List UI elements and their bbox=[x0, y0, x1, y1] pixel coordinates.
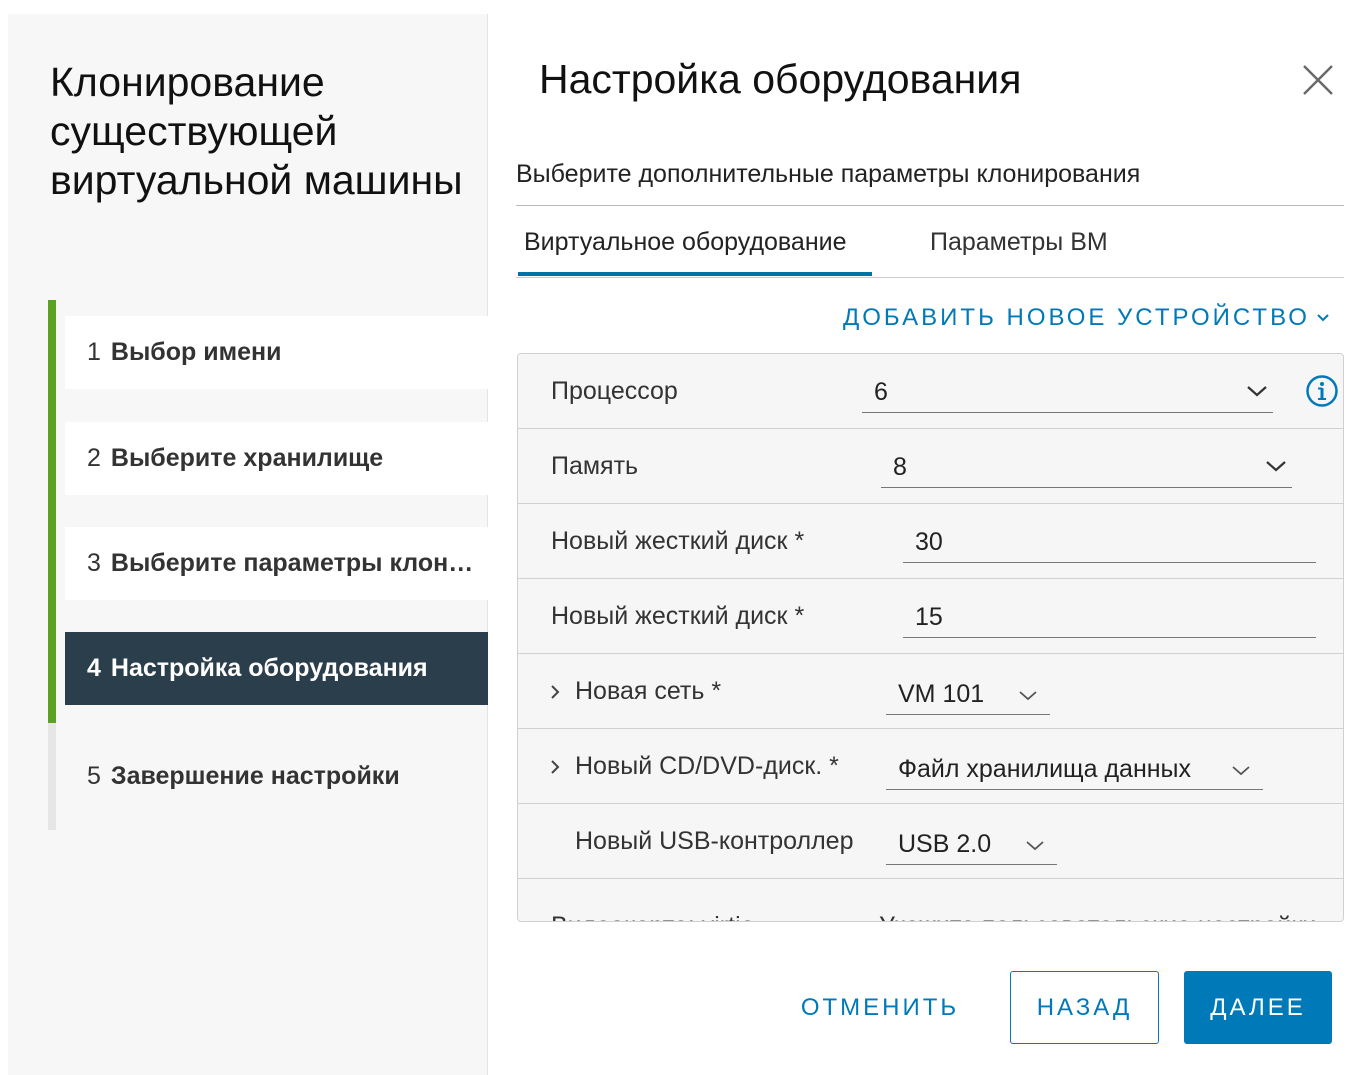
divider bbox=[516, 205, 1344, 206]
chevron-down-icon bbox=[1247, 386, 1267, 397]
hardware-label: Новый жесткий диск * bbox=[551, 527, 805, 555]
close-icon bbox=[1303, 65, 1333, 95]
network-select[interactable]: VM 101 bbox=[886, 675, 1050, 715]
cdrom-select[interactable]: Файл хранилища данных bbox=[886, 750, 1263, 790]
back-button[interactable]: НАЗАД bbox=[1010, 971, 1159, 1044]
wizard-step-4[interactable]: 4 Настройка оборудования bbox=[65, 632, 488, 705]
page-title: Настройка оборудования bbox=[539, 56, 1022, 102]
memory-value: 8 bbox=[893, 453, 907, 481]
wizard-step-2[interactable]: 2 Выберите хранилище bbox=[65, 422, 488, 495]
network-value: VM 101 bbox=[898, 680, 985, 708]
hardware-label: Новый CD/DVD-диск. * bbox=[575, 752, 839, 780]
disk-1-value: 30 bbox=[915, 528, 943, 556]
info-icon[interactable] bbox=[1305, 374, 1339, 408]
step-number: 4 bbox=[87, 654, 101, 682]
add-new-device-label: ДОБАВИТЬ НОВОЕ УСТРОЙСТВО bbox=[843, 304, 1310, 331]
wizard-step-1[interactable]: 1 Выбор имени bbox=[65, 316, 488, 389]
hardware-row-video: Видеокарта: virtio Укажите пользовательс… bbox=[518, 879, 1343, 921]
tabs-divider bbox=[516, 277, 1344, 278]
hardware-row-disk-2: Новый жесткий диск * 15 bbox=[518, 579, 1343, 654]
close-button[interactable] bbox=[1300, 62, 1336, 98]
step-number: 3 bbox=[87, 549, 101, 577]
chevron-down-icon bbox=[1026, 841, 1044, 851]
step-label: Выберите хранилище bbox=[110, 444, 384, 472]
hardware-row-usb: Новый USB-контроллер USB 2.0 bbox=[518, 804, 1343, 879]
hardware-row-memory: Память 8 bbox=[518, 429, 1343, 504]
step-label: Настройка оборудования bbox=[110, 654, 428, 682]
active-tab-indicator bbox=[518, 272, 872, 276]
hardware-row-cpu: Процессор 6 bbox=[518, 354, 1343, 429]
hardware-label: Новый жесткий диск * bbox=[551, 602, 805, 630]
hardware-label: Новый USB-контроллер bbox=[575, 827, 854, 855]
wizard-step-3[interactable]: 3 Выберите параметры клонирования bbox=[65, 527, 488, 600]
step-label: Завершение настройки bbox=[110, 762, 400, 790]
tab-virtual-hardware[interactable]: Виртуальное оборудование bbox=[524, 228, 847, 257]
next-button[interactable]: ДАЛЕЕ bbox=[1184, 971, 1332, 1044]
chevron-down-icon bbox=[1232, 766, 1250, 776]
cpu-select[interactable]: 6 bbox=[862, 373, 1273, 413]
step-number: 5 bbox=[87, 762, 101, 790]
usb-value: USB 2.0 bbox=[898, 830, 992, 858]
hardware-row-network: Новая сеть * VM 101 bbox=[518, 654, 1343, 729]
disk-2-size-input[interactable]: 15 bbox=[903, 598, 1316, 638]
usb-select[interactable]: USB 2.0 bbox=[886, 825, 1057, 865]
add-new-device-button[interactable]: ДОБАВИТЬ НОВОЕ УСТРОЙСТВО bbox=[843, 304, 1330, 332]
cdrom-value: Файл хранилища данных bbox=[898, 755, 1192, 783]
hardware-row-cdrom: Новый CD/DVD-диск. * Файл хранилища данн… bbox=[518, 729, 1343, 804]
memory-select[interactable]: 8 bbox=[881, 448, 1292, 488]
wizard-step-5[interactable]: 5 Завершение настройки bbox=[65, 740, 488, 813]
step-label: Выбор имени bbox=[110, 338, 282, 366]
step-number: 2 bbox=[87, 444, 101, 472]
wizard-sidebar: Клонирование существующей виртуальной ма… bbox=[8, 14, 488, 1075]
video-value[interactable]: Укажите пользовательские настройки bbox=[879, 889, 1316, 921]
chevron-down-icon bbox=[1019, 691, 1037, 701]
hardware-label: Новая сеть * bbox=[575, 677, 722, 705]
page-subtitle: Выберите дополнительные параметры клонир… bbox=[516, 160, 1141, 188]
tab-vm-options[interactable]: Параметры ВМ bbox=[930, 228, 1108, 257]
chevron-right-icon[interactable] bbox=[548, 757, 562, 777]
disk-2-value: 15 bbox=[915, 603, 943, 631]
cpu-value: 6 bbox=[874, 378, 888, 406]
wizard-title: Клонирование существующей виртуальной ма… bbox=[50, 59, 463, 203]
hardware-row-disk-1: Новый жесткий диск * 30 bbox=[518, 504, 1343, 579]
hardware-label: Память bbox=[551, 452, 639, 480]
step-number: 1 bbox=[87, 338, 101, 366]
disk-1-size-input[interactable]: 30 bbox=[903, 523, 1316, 563]
hardware-label: Процессор bbox=[551, 377, 678, 405]
chevron-down-icon bbox=[1266, 461, 1286, 472]
hardware-table: Процессор 6 Память 8 Новый жесткий диск … bbox=[517, 353, 1344, 922]
step-label: Выберите параметры клонирования bbox=[110, 549, 481, 577]
cancel-button[interactable]: ОТМЕНИТЬ bbox=[790, 971, 970, 1044]
chevron-right-icon[interactable] bbox=[548, 682, 562, 702]
hardware-label: Видеокарта: virtio bbox=[551, 889, 755, 921]
chevron-down-icon bbox=[1317, 314, 1329, 322]
steps-progress-bar bbox=[48, 300, 56, 723]
